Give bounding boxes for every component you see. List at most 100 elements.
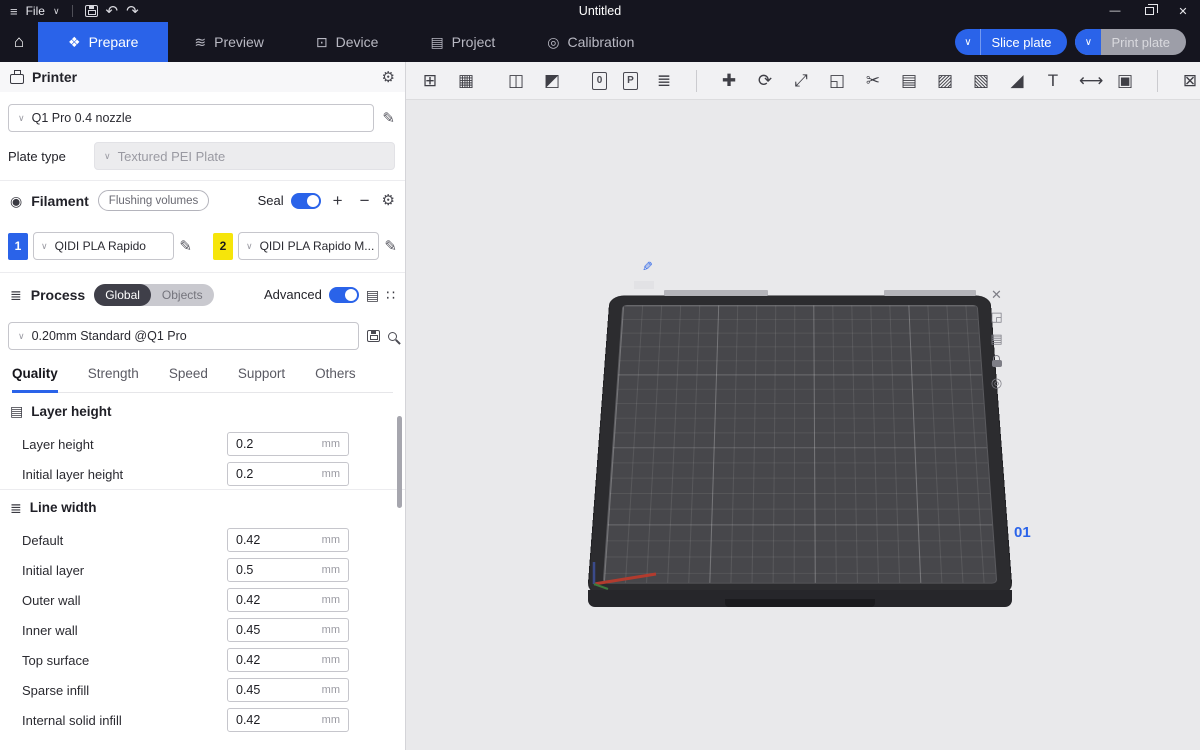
slice-plate-button[interactable]: ∨ Slice plate	[955, 29, 1067, 55]
param-value: 0.2	[236, 437, 253, 451]
line-width-outer-wall-input[interactable]: 0.42 mm	[227, 588, 349, 612]
layer-height-input[interactable]: 0.2 mm	[227, 432, 349, 456]
add-filament-button[interactable]: +	[328, 192, 348, 209]
printer-settings-gear-icon[interactable]: ⚙	[382, 70, 395, 85]
minimize-button[interactable]: —	[1098, 0, 1132, 22]
text-tool-icon[interactable]: T	[1043, 72, 1063, 89]
line-width-default-input[interactable]: 0.42 mm	[227, 528, 349, 552]
plate-number-label[interactable]: 01	[1014, 524, 1031, 541]
sidebar-scrollbar[interactable]	[397, 416, 402, 508]
printer-select[interactable]: ∨ Q1 Pro 0.4 nozzle	[8, 104, 374, 132]
file-menu-chevron-icon[interactable]: ∨	[53, 7, 60, 16]
extra-tool-icon[interactable]: ⊠	[1180, 72, 1200, 89]
scope-global[interactable]: Global	[94, 284, 151, 306]
remove-filament-button[interactable]: −	[355, 192, 375, 209]
tab-prepare[interactable]: ❖ Prepare	[38, 22, 168, 62]
line-width-internal-solid-infill-input[interactable]: 0.42 mm	[227, 708, 349, 732]
process-preset-select[interactable]: ∨ 0.20mm Standard @Q1 Pro	[8, 322, 359, 350]
preset-chevron-icon: ∨	[18, 331, 25, 342]
lock-plate-icon[interactable]	[988, 352, 1005, 369]
undo-icon[interactable]: ↶	[106, 4, 119, 19]
arrange-plate-icon[interactable]: ◲	[988, 308, 1005, 325]
redo-icon[interactable]: ↷	[126, 4, 139, 19]
line-width-inner-wall-input[interactable]: 0.45 mm	[227, 618, 349, 642]
tab-calibration-label: Calibration	[567, 34, 634, 50]
support-paint-icon[interactable]: ▧	[971, 72, 991, 89]
save-preset-icon[interactable]	[367, 330, 380, 342]
save-icon[interactable]	[85, 5, 98, 17]
line-width-top-surface-input[interactable]: 0.42 mm	[227, 648, 349, 672]
tab-support[interactable]: Support	[238, 366, 285, 392]
process-scope-switch[interactable]: Global Objects	[94, 284, 213, 306]
doc-p-icon[interactable]: P	[623, 72, 638, 90]
preset-list-icon[interactable]: ▤	[366, 288, 379, 302]
object-list-icon[interactable]: ≣	[654, 72, 674, 89]
tab-device[interactable]: ⊡ Device	[290, 22, 405, 62]
advanced-toggle[interactable]	[329, 287, 359, 303]
home-button[interactable]: ⌂	[0, 22, 38, 62]
tab-strength[interactable]: Strength	[88, 366, 139, 392]
initial-layer-height-input[interactable]: 0.2 mm	[227, 462, 349, 486]
filament-1-select[interactable]: ∨ QIDI PLA Rapido	[33, 232, 174, 260]
search-preset-icon[interactable]	[388, 332, 397, 341]
tab-project[interactable]: ▤ Project	[404, 22, 521, 62]
tab-speed[interactable]: Speed	[169, 366, 208, 392]
3d-scene[interactable]: ✎ ✕ ◲ ▤ ◎ 01	[406, 100, 1200, 750]
line-width-initial-layer-input[interactable]: 0.5 mm	[227, 558, 349, 582]
slice-plate-label: Slice plate	[981, 35, 1067, 50]
tab-preview[interactable]: ≋ Preview	[168, 22, 290, 62]
delete-plate-icon[interactable]: ✕	[988, 286, 1005, 303]
printer-section-title: Printer	[32, 69, 77, 85]
filament-slot-2-badge[interactable]: 2	[213, 233, 233, 260]
measure-icon[interactable]: ⟷	[1079, 72, 1099, 89]
slice-options-chevron-icon[interactable]: ∨	[955, 29, 981, 55]
plate-type-label: Plate type	[8, 149, 84, 164]
seam-paint-icon[interactable]: ◢	[1007, 72, 1027, 89]
plate-name-icon[interactable]: ▤	[988, 330, 1005, 347]
add-plate-icon[interactable]: ▦	[456, 72, 476, 89]
line-width-section-icon: ≣	[10, 501, 22, 515]
param-value: 0.2	[236, 467, 253, 481]
filament-1-edit-icon[interactable]: ✎	[179, 239, 192, 254]
move-icon[interactable]: ✚	[719, 72, 739, 89]
printer-edit-icon[interactable]: ✎	[382, 111, 395, 126]
scope-objects[interactable]: Objects	[151, 284, 214, 306]
filament-2-select[interactable]: ∨ QIDI PLA Rapido M...	[238, 232, 379, 260]
plate-edit-icon[interactable]: ✎	[642, 260, 653, 273]
seal-toggle[interactable]	[291, 193, 321, 209]
restore-button[interactable]	[1132, 0, 1166, 22]
plate-corner-chip	[634, 281, 654, 289]
flushing-volumes-button[interactable]: Flushing volumes	[98, 190, 209, 211]
place-on-face-icon[interactable]: ◱	[827, 72, 847, 89]
plate-settings-icon[interactable]: ◎	[988, 374, 1005, 391]
filament-2-edit-icon[interactable]: ✎	[384, 239, 397, 254]
compare-presets-icon[interactable]: ∷	[386, 288, 395, 302]
close-button[interactable]: ✕	[1166, 0, 1200, 22]
doc-o-icon[interactable]: 0	[592, 72, 607, 90]
print-plate-button[interactable]: ∨ Print plate	[1075, 29, 1186, 55]
param-row: Initial layer 0.5 mm	[0, 555, 405, 585]
file-menu[interactable]: File	[26, 4, 45, 18]
plate-type-select[interactable]: ∨ Textured PEI Plate	[94, 142, 395, 170]
assembly-icon[interactable]: ▣	[1115, 72, 1135, 89]
param-value: 0.42	[236, 713, 260, 727]
print-options-chevron-icon[interactable]: ∨	[1075, 29, 1101, 55]
rotate-icon[interactable]: ⟳	[755, 72, 775, 89]
layers-icon[interactable]: ▤	[899, 72, 919, 89]
tab-others[interactable]: Others	[315, 366, 356, 392]
tab-quality[interactable]: Quality	[12, 366, 58, 393]
cut-icon[interactable]: ✂	[863, 72, 883, 89]
filament-settings-gear-icon[interactable]: ⚙	[382, 193, 395, 208]
tab-calibration[interactable]: ◎ Calibration	[521, 22, 660, 62]
device-icon: ⊡	[316, 34, 328, 51]
variable-layer-height-icon[interactable]: ▨	[935, 72, 955, 89]
auto-orient-icon[interactable]: ◩	[542, 72, 562, 89]
filament-slot-1-badge[interactable]: 1	[8, 233, 28, 260]
param-label: Top surface	[22, 653, 227, 668]
scale-icon[interactable]: ⤢	[791, 72, 811, 89]
build-plate-grid	[603, 305, 998, 584]
add-icon[interactable]: ⊞	[420, 72, 440, 89]
line-width-sparse-infill-input[interactable]: 0.45 mm	[227, 678, 349, 702]
auto-arrange-icon[interactable]: ◫	[506, 72, 526, 89]
app-menu-icon[interactable]: ≡	[10, 5, 18, 18]
